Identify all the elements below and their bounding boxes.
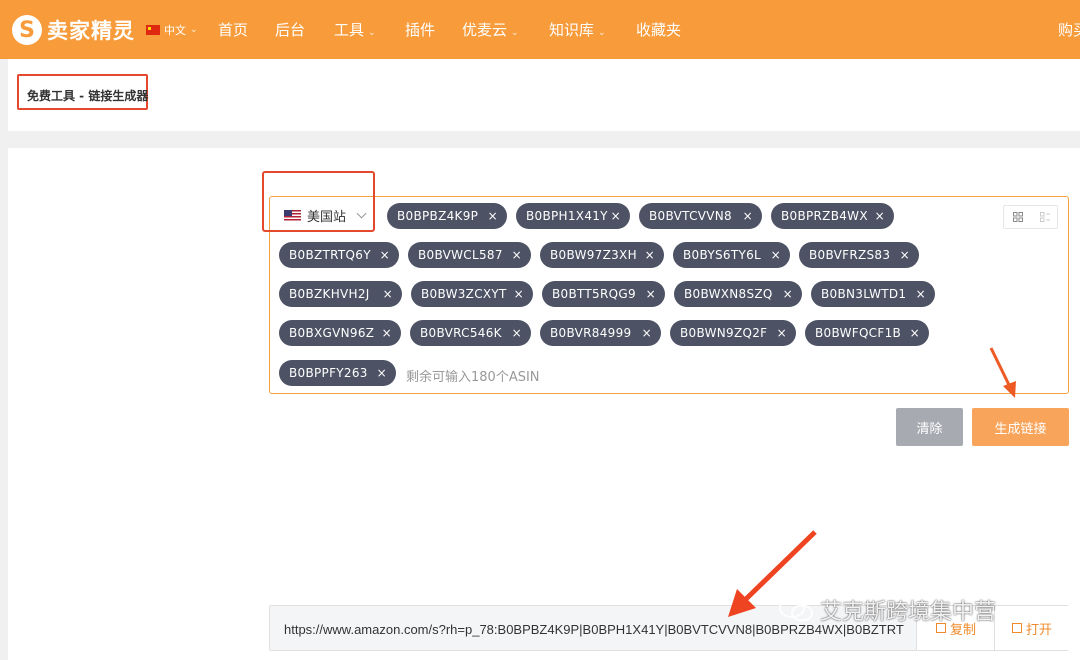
breadcrumb: 免费工具 - 链接生成器 (27, 89, 149, 103)
generate-link-button[interactable]: 生成链接 (972, 408, 1069, 446)
remove-tag-icon[interactable]: × (642, 320, 652, 346)
asin-tag[interactable]: B0BTT5RQG9 × (542, 281, 665, 307)
language-selector[interactable]: 中文 ⌄ (146, 22, 198, 38)
remove-tag-icon[interactable]: × (383, 281, 393, 307)
asin-tag[interactable]: B0BPBZ4K9P × (387, 203, 507, 229)
remove-tag-icon[interactable]: × (382, 320, 392, 346)
remove-tag-icon[interactable]: × (488, 203, 498, 229)
asin-tag[interactable]: B0BWFQCF1B × (805, 320, 929, 346)
asin-tag[interactable]: B0BYS6TY6L × (673, 242, 790, 268)
remaining-count-hint: 剩余可输入180个ASIN (406, 370, 540, 385)
remove-tag-icon[interactable]: × (875, 203, 885, 229)
breadcrumb-bar (8, 59, 1080, 131)
external-link-icon (1011, 623, 1022, 633)
chevron-down-icon: ⌄ (190, 25, 198, 35)
asin-tag[interactable]: B0BWXN8SZQ × (674, 281, 802, 307)
remove-tag-icon[interactable]: × (512, 242, 522, 268)
asin-tag[interactable]: B0BVR84999 × (540, 320, 661, 346)
remove-tag-icon[interactable]: × (900, 242, 910, 268)
remove-tag-icon[interactable]: × (646, 281, 656, 307)
watermark-text: 艾克斯跨境集中营 (820, 600, 997, 625)
wechat-icon (779, 598, 813, 622)
asin-tag[interactable]: B0BPPFY263 × (279, 360, 396, 386)
remove-tag-icon[interactable]: × (910, 320, 920, 346)
asin-tag[interactable]: B0BZTRTQ6Y × (279, 242, 399, 268)
asin-tag[interactable]: B0BPRZB4WX × (771, 203, 894, 229)
watermark: 艾克斯跨境集中营 (778, 594, 996, 626)
open-label: 打开 (1025, 622, 1052, 638)
asin-tag[interactable]: B0BW97Z3XH × (540, 242, 664, 268)
remove-tag-icon[interactable]: × (377, 360, 387, 386)
chevron-down-icon: ⌄ (368, 28, 376, 38)
remove-tag-icon[interactable]: × (771, 242, 781, 268)
remove-tag-icon[interactable]: × (645, 242, 655, 268)
asin-tag[interactable]: B0BVWCL587 × (408, 242, 531, 268)
chevron-down-icon: ⌄ (511, 28, 519, 38)
remove-tag-icon[interactable]: × (380, 242, 390, 268)
asin-tag[interactable]: B0BW3ZCXYT × (411, 281, 533, 307)
remove-tag-icon[interactable]: × (783, 281, 793, 307)
asin-tag[interactable]: B0BXGVN96Z × (279, 320, 401, 346)
asin-tag[interactable]: B0BVRC546K × (410, 320, 531, 346)
nav-knowledge-base[interactable]: 知识库 ⌄ (549, 19, 606, 40)
language-label: 中文 (164, 24, 186, 37)
asin-tag[interactable]: B0BVFRZS83 × (799, 242, 919, 268)
view-toggle (1003, 205, 1058, 229)
nav-favorites[interactable]: 收藏夹 (636, 19, 681, 40)
site-selector-highlight (262, 171, 375, 232)
nav-plugins[interactable]: 插件 (405, 19, 435, 40)
nav-youmaiyun[interactable]: 优麦云 ⌄ (462, 19, 519, 40)
asin-tag[interactable]: B0BN3LWTD1 × (811, 281, 935, 307)
remove-tag-icon[interactable]: × (743, 203, 753, 229)
clear-button[interactable]: 清除 (896, 408, 963, 446)
list-view-icon[interactable] (1040, 212, 1050, 222)
logo-text: 卖家精灵 (47, 19, 135, 43)
grid-view-icon[interactable] (1013, 212, 1023, 222)
logo-icon: S (12, 15, 42, 45)
remove-tag-icon[interactable]: × (514, 281, 524, 307)
top-nav-bar: S 卖家精灵 中文 ⌄ 首页 后台 工具 ⌄ 插件 优麦云 ⌄ 知识库 ⌄ 收藏夹 购… (0, 0, 1080, 59)
remove-tag-icon[interactable]: × (916, 281, 926, 307)
china-flag-icon (146, 25, 160, 35)
open-button[interactable]: 打开 (994, 606, 1069, 650)
remove-tag-icon[interactable]: × (611, 203, 621, 229)
remove-tag-icon[interactable]: × (512, 320, 522, 346)
nav-tools[interactable]: 工具 ⌄ (334, 19, 376, 40)
logo[interactable]: S 卖家精灵 (12, 13, 135, 47)
remove-tag-icon[interactable]: × (777, 320, 787, 346)
asin-tag[interactable]: B0BVTCVVN8 × (639, 203, 762, 229)
asin-tag[interactable]: B0BWN9ZQ2F × (670, 320, 796, 346)
asin-tag[interactable]: B0BPH1X41Y × (516, 203, 630, 229)
nav-dashboard[interactable]: 后台 (275, 19, 305, 40)
nav-home[interactable]: 首页 (218, 19, 248, 40)
asin-tag[interactable]: B0BZKHVH2J × (279, 281, 402, 307)
nav-purchase[interactable]: 购买 (1058, 19, 1080, 40)
chevron-down-icon: ⌄ (598, 28, 606, 38)
